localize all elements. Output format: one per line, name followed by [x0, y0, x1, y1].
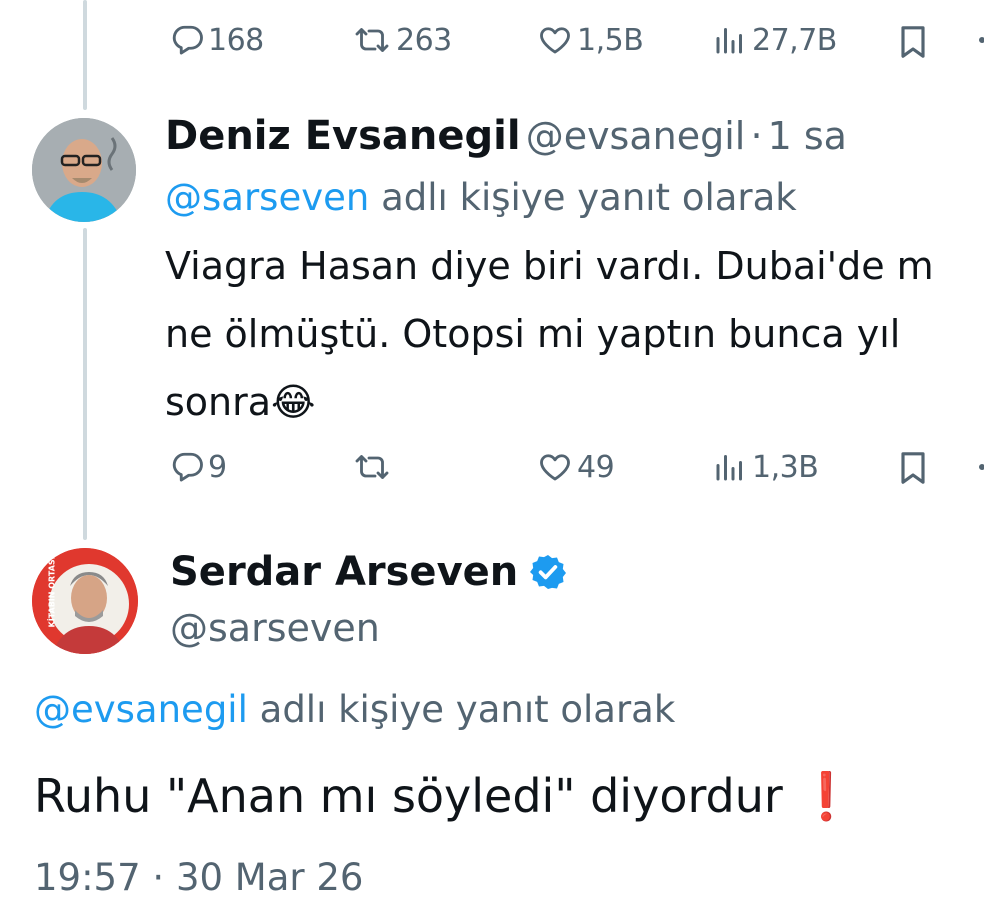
reply-context: @evsanegil adlı kişiye yanıt olarak — [34, 682, 675, 738]
retweet-button[interactable] — [350, 449, 396, 485]
author-name[interactable]: Deniz Evsanegil — [165, 113, 521, 159]
bookmark-icon — [893, 22, 933, 62]
verified-badge-icon — [528, 552, 568, 592]
more-dot-icon — [972, 28, 984, 52]
bookmark-icon — [893, 448, 933, 488]
separator: · — [152, 856, 165, 899]
thread-line-middle — [83, 228, 87, 540]
views-icon — [710, 22, 750, 58]
views-button[interactable]: 27,7B — [710, 22, 837, 58]
retweet-icon — [350, 449, 394, 485]
tears-of-joy-emoji: 😂 — [271, 380, 316, 424]
heart-icon — [535, 449, 575, 485]
reply-count: 9 — [208, 449, 227, 485]
tweet-timestamp[interactable]: 19:57 · 30 Mar 26 — [34, 850, 363, 906]
avatar-ring-text: KİTABIN ORTASI — [47, 556, 57, 628]
views-count: 27,7B — [752, 22, 837, 58]
separator: · — [750, 114, 763, 158]
like-count: 49 — [577, 449, 615, 485]
tweet-text: Ruhu "Anan mı söyledi" diyordur ❗ — [34, 762, 855, 830]
like-button[interactable]: 1,5B — [535, 22, 644, 58]
share-button[interactable] — [972, 28, 984, 52]
views-count: 1,3B — [752, 449, 819, 485]
bookmark-button[interactable] — [893, 448, 933, 488]
share-button[interactable] — [972, 455, 984, 479]
reply-to-handle-link[interactable]: @sarseven — [165, 176, 369, 219]
reply-icon — [170, 22, 206, 58]
main-author-name-row: Serdar Arseven — [170, 544, 568, 600]
views-icon — [710, 449, 750, 485]
reply-to-suffix: adlı kişiye yanıt olarak — [381, 176, 797, 219]
author-name[interactable]: Serdar Arseven — [170, 544, 518, 600]
reply-tweet-header: Deniz Evsanegil @evsanegil · 1 sa — [165, 108, 847, 164]
reply-context: @sarseven adlı kişiye yanıt olarak — [165, 170, 797, 226]
avatar[interactable]: KİTABIN ORTASI — [32, 548, 138, 654]
retweet-icon — [350, 22, 394, 58]
reply-icon — [170, 449, 206, 485]
like-button[interactable]: 49 — [535, 449, 615, 485]
reply-button[interactable]: 9 — [170, 449, 227, 485]
tweet-time: 19:57 — [34, 856, 141, 899]
retweet-count: 263 — [396, 22, 452, 58]
exclamation-emoji: ❗ — [797, 769, 855, 823]
author-handle[interactable]: @sarseven — [170, 600, 380, 656]
retweet-button[interactable]: 263 — [350, 22, 452, 58]
person-avatar-icon — [32, 118, 136, 222]
reply-to-handle-link[interactable]: @evsanegil — [34, 688, 248, 731]
more-dot-icon — [972, 455, 984, 479]
bookmark-button[interactable] — [893, 22, 933, 62]
tweet-text-line: sonra😂 — [165, 368, 984, 436]
author-handle[interactable]: @evsanegil — [526, 114, 746, 158]
tweet-time[interactable]: 1 sa — [768, 114, 847, 158]
avatar[interactable] — [32, 118, 136, 222]
tweet-text: Viagra Hasan diye biri vardı. Dubai'de m… — [165, 232, 984, 436]
views-button[interactable]: 1,3B — [710, 449, 819, 485]
tweet-text-line: Viagra Hasan diye biri vardı. Dubai'de m — [165, 244, 934, 288]
reply-button[interactable]: 168 — [170, 22, 264, 58]
tweet-text-line: ne ölmüştü. Otopsi mi yaptın bunca yıl — [165, 312, 901, 356]
like-count: 1,5B — [577, 22, 644, 58]
tweet-text-content: Ruhu "Anan mı söyledi" diyordur — [34, 769, 783, 823]
reply-count: 168 — [208, 22, 264, 58]
reply-to-suffix: adlı kişiye yanıt olarak — [259, 688, 676, 731]
tweet-text-end: sonra — [165, 380, 272, 424]
heart-icon — [535, 22, 575, 58]
tweet-date: 30 Mar 26 — [175, 856, 364, 899]
thread-line-top — [83, 0, 87, 110]
